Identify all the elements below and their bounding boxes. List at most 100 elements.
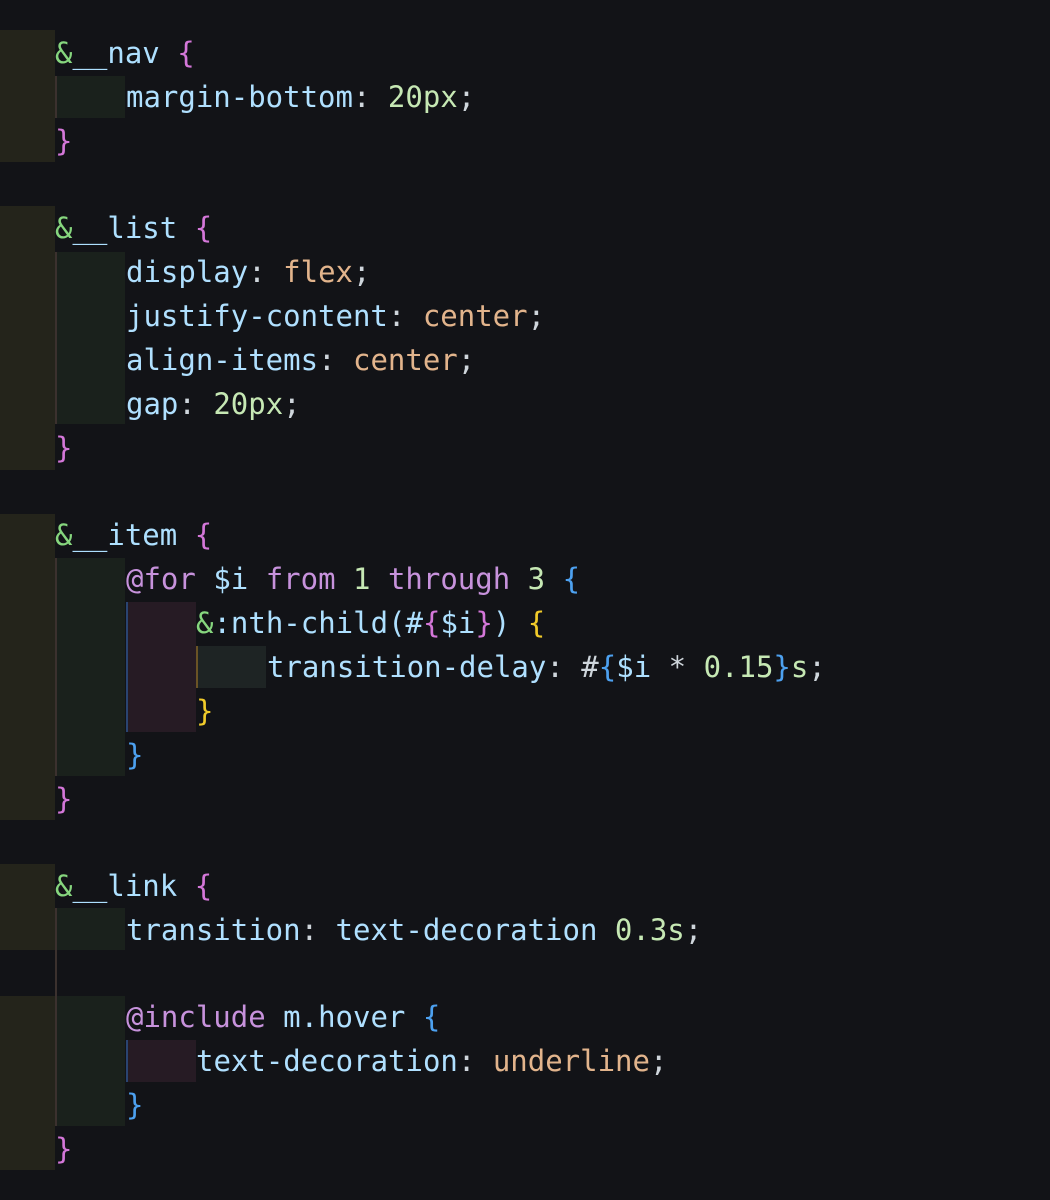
code-token: ) <box>492 606 511 640</box>
code-token: } <box>126 1088 144 1122</box>
code-token: ; <box>649 1044 668 1078</box>
code-token: m.hover <box>283 1000 406 1034</box>
code-token: * <box>668 650 687 684</box>
code-token: display <box>126 255 249 289</box>
code-token: & <box>55 211 73 245</box>
code-line[interactable]: align-items: center; <box>126 338 475 382</box>
code-token: center <box>353 343 458 377</box>
indent-guide <box>126 602 196 732</box>
code-line[interactable]: } <box>196 689 213 733</box>
code-token: 0.15 <box>703 650 774 684</box>
code-token: __link <box>72 869 178 903</box>
code-token: 20px <box>387 80 458 114</box>
code-token: through <box>387 562 511 596</box>
indent-guide <box>0 206 55 470</box>
code-token: transition-delay <box>267 650 547 684</box>
code-line[interactable]: @include m.hover { <box>126 995 440 1039</box>
code-token: & <box>196 606 214 640</box>
code-token: 20px <box>213 387 284 421</box>
code-token: justify-content <box>126 299 388 333</box>
code-token: : <box>178 387 196 421</box>
code-token: } <box>126 738 144 772</box>
code-token: { <box>422 1000 441 1034</box>
code-line[interactable]: text-decoration: underline; <box>196 1039 667 1083</box>
code-line[interactable]: } <box>126 1083 143 1127</box>
code-token: __nav <box>72 36 160 70</box>
code-line[interactable]: display: flex; <box>126 250 370 294</box>
code-token: : <box>300 913 319 947</box>
code-token: } <box>196 694 214 728</box>
code-token: ; <box>353 255 371 289</box>
indent-guide <box>55 76 125 118</box>
code-token: 0.3s <box>614 913 685 947</box>
code-token: s <box>790 650 809 684</box>
indent-guide <box>196 646 266 688</box>
code-line[interactable]: } <box>55 426 72 470</box>
code-line[interactable]: &__nav { <box>55 31 195 75</box>
code-token: ; <box>457 80 476 114</box>
code-token: } <box>55 124 73 158</box>
code-line[interactable]: } <box>55 777 72 821</box>
code-token: center <box>422 299 528 333</box>
code-token: } <box>55 1132 73 1166</box>
code-token: underline <box>492 1044 650 1078</box>
code-token: @for <box>126 562 196 596</box>
code-token: : <box>387 299 406 333</box>
code-line[interactable]: } <box>55 119 72 163</box>
code-token: __item <box>72 518 178 552</box>
code-token: { <box>194 211 213 245</box>
code-token: from <box>265 562 336 596</box>
code-line[interactable]: gap: 20px; <box>126 382 301 426</box>
code-token: } <box>55 782 73 816</box>
code-token: # <box>581 650 599 684</box>
code-token: transition <box>126 913 301 947</box>
code-token: & <box>55 518 73 552</box>
code-token: : <box>248 255 266 289</box>
code-token: } <box>55 431 73 465</box>
code-token: ; <box>457 343 476 377</box>
code-token: margin-bottom <box>126 80 353 114</box>
code-token: } <box>773 650 791 684</box>
code-line[interactable]: justify-content: center; <box>126 294 545 338</box>
code-token: : <box>457 1044 476 1078</box>
code-token: { <box>194 518 213 552</box>
code-token: __list <box>72 211 178 245</box>
code-token: 1 <box>353 562 371 596</box>
code-token: $i <box>440 606 476 640</box>
indent-guide <box>55 908 125 950</box>
code-line[interactable]: transition-delay: #{$i * 0.15}s; <box>267 645 826 689</box>
code-line[interactable]: &__link { <box>55 864 212 908</box>
code-token: text-decoration <box>196 1044 458 1078</box>
code-line[interactable]: transition: text-decoration 0.3s; <box>126 908 702 952</box>
code-line[interactable]: } <box>55 1127 72 1171</box>
code-editor[interactable]: &__nav { margin-bottom: 20px; } &__list … <box>0 0 1050 1200</box>
code-line[interactable]: &__item { <box>55 513 212 557</box>
code-token: : <box>546 650 564 684</box>
code-token: $i <box>616 650 652 684</box>
code-token: @include <box>126 1000 266 1034</box>
indent-guide <box>55 558 125 776</box>
indent-guide <box>55 996 125 1126</box>
code-token: ; <box>684 913 703 947</box>
code-token: flex <box>283 255 353 289</box>
code-token: { <box>527 606 546 640</box>
code-token: ; <box>808 650 826 684</box>
code-token: { <box>422 606 441 640</box>
code-token: 3 <box>527 562 546 596</box>
code-token: align-items <box>126 343 319 377</box>
code-token: :nth-child(# <box>213 606 423 640</box>
code-line[interactable]: margin-bottom: 20px; <box>126 75 475 119</box>
code-line[interactable]: &:nth-child(#{$i}) { <box>196 601 545 645</box>
indent-guide <box>0 864 55 950</box>
code-token: { <box>177 36 195 70</box>
code-line[interactable]: @for $i from 1 through 3 { <box>126 557 580 601</box>
code-token: & <box>55 36 73 70</box>
code-line[interactable]: } <box>126 733 143 777</box>
indent-guide <box>0 996 55 1170</box>
code-token: { <box>194 869 213 903</box>
code-token: { <box>562 562 581 596</box>
code-line[interactable]: &__list { <box>55 206 212 250</box>
code-token: ; <box>283 387 301 421</box>
indent-guide <box>55 252 125 424</box>
code-token: text-decoration <box>335 913 598 947</box>
